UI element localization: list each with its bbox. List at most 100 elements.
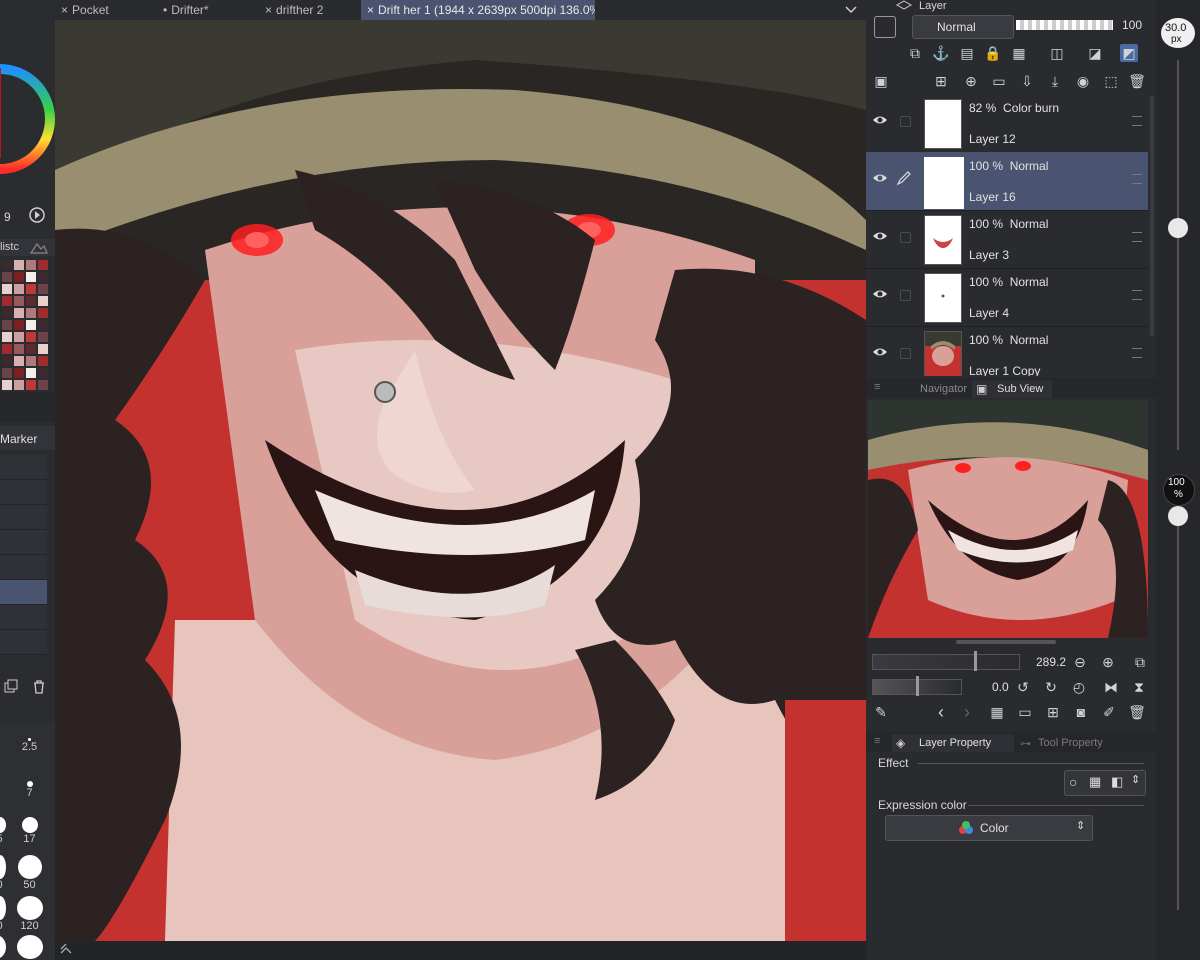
color-swatch[interactable] bbox=[2, 296, 12, 306]
sub-tool-list[interactable] bbox=[0, 455, 47, 675]
tool-group-label[interactable]: Marker bbox=[0, 432, 37, 446]
color-swatch[interactable] bbox=[2, 332, 12, 342]
close-icon[interactable]: × bbox=[259, 3, 276, 17]
eyedropper-icon[interactable]: ✎ bbox=[872, 703, 890, 721]
merge-down-icon[interactable]: ⤓ bbox=[1046, 72, 1064, 90]
brush-size-knob[interactable] bbox=[1168, 218, 1188, 238]
color-swatch[interactable] bbox=[38, 308, 48, 318]
color-swatch[interactable] bbox=[2, 260, 12, 270]
layer-panel-title[interactable]: Layer bbox=[919, 0, 947, 12]
effect-selector[interactable]: ○ ▦ ◧ ⇕ bbox=[1064, 770, 1146, 796]
color-swatch[interactable] bbox=[2, 272, 12, 282]
play-circle-icon[interactable] bbox=[28, 206, 46, 224]
layer-select-checkbox[interactable] bbox=[900, 348, 911, 359]
brush-size-50[interactable]: 50 bbox=[23, 879, 35, 891]
tab-layer-property[interactable]: ◈ Layer Property bbox=[892, 734, 1014, 752]
camera-icon[interactable]: ◙ bbox=[1072, 703, 1090, 721]
eye-icon[interactable] bbox=[872, 112, 888, 128]
new-raster-layer-icon[interactable]: ⊞ bbox=[932, 72, 950, 90]
palette-mountain-icon[interactable] bbox=[30, 240, 48, 254]
color-swatch[interactable] bbox=[14, 284, 24, 294]
color-swatch[interactable] bbox=[2, 344, 12, 354]
color-swatch[interactable] bbox=[38, 272, 48, 282]
zoom-out-icon[interactable]: ⊖ bbox=[1071, 653, 1089, 671]
transfer-down-icon[interactable]: ⇩ bbox=[1018, 72, 1036, 90]
layer-select-checkbox[interactable] bbox=[900, 232, 911, 243]
color-swatch[interactable] bbox=[14, 320, 24, 330]
new-vector-layer-icon[interactable]: ⊕ bbox=[962, 72, 980, 90]
color-swatch[interactable] bbox=[14, 308, 24, 318]
color-wheel[interactable] bbox=[0, 24, 55, 194]
tab-drifther-2[interactable]: × drifther 2 bbox=[259, 0, 359, 20]
drag-handle-icon[interactable] bbox=[1132, 348, 1142, 358]
zoom-slider[interactable] bbox=[872, 654, 1020, 670]
blend-mode-select[interactable]: Normal bbox=[912, 15, 1014, 39]
color-swatch[interactable] bbox=[38, 344, 48, 354]
brush-size-120[interactable]: 120 bbox=[20, 920, 38, 932]
tab-tool-property[interactable]: ⊶ Tool Property bbox=[1016, 734, 1116, 752]
color-swatch[interactable] bbox=[2, 368, 12, 378]
mask-layer-icon[interactable]: ◉ bbox=[1074, 72, 1092, 90]
apply-mask-icon[interactable]: ⬚ bbox=[1102, 72, 1120, 90]
color-swatch[interactable] bbox=[38, 356, 48, 366]
trash-icon[interactable] bbox=[31, 679, 47, 695]
fit-view-icon[interactable]: ⧉ bbox=[1131, 653, 1149, 671]
drag-handle-icon[interactable] bbox=[1132, 116, 1142, 126]
layer-list[interactable]: 82 % Color burn Layer 12 100 % Normal La… bbox=[866, 94, 1156, 376]
drag-handle-icon[interactable] bbox=[1132, 290, 1142, 300]
layer-row[interactable]: 100 % Normal Layer 4 bbox=[866, 268, 1148, 327]
brush-opacity-knob[interactable] bbox=[1168, 506, 1188, 526]
color-swatch[interactable] bbox=[38, 380, 48, 390]
brush-size-left-3[interactable]: 0 bbox=[0, 920, 3, 932]
flip-vertical-icon[interactable]: ⧗ bbox=[1130, 678, 1148, 696]
reference-icon[interactable]: ⚓ bbox=[932, 44, 950, 62]
rotate-right-icon[interactable]: ↻ bbox=[1042, 678, 1060, 696]
clip-icon[interactable]: ⧉ bbox=[906, 44, 924, 62]
open-folder-icon[interactable]: ▭ bbox=[1016, 703, 1034, 721]
color-swatch[interactable] bbox=[2, 284, 12, 294]
eye-icon[interactable] bbox=[872, 170, 888, 186]
color-swatch[interactable] bbox=[14, 296, 24, 306]
color-swatch[interactable] bbox=[14, 272, 24, 282]
palette-tab[interactable]: listc bbox=[0, 241, 19, 253]
subview-image[interactable] bbox=[868, 400, 1148, 638]
color-swatch[interactable] bbox=[26, 296, 36, 306]
eye-icon[interactable] bbox=[872, 344, 888, 360]
color-swatch[interactable] bbox=[38, 260, 48, 270]
ruler-icon[interactable]: ◪ bbox=[1086, 44, 1104, 62]
lock-transparency-icon[interactable]: ▦ bbox=[1010, 44, 1028, 62]
duplicate-subtool-icon[interactable] bbox=[3, 679, 19, 695]
draft-icon[interactable]: ▤ bbox=[958, 44, 976, 62]
layer-row[interactable]: 100 % Normal Layer 1 Copy bbox=[866, 326, 1148, 376]
close-icon[interactable]: × bbox=[361, 3, 378, 17]
layer-list-scrollbar[interactable] bbox=[1150, 96, 1154, 336]
panel-grip-icon[interactable]: ≡ bbox=[874, 735, 880, 747]
color-swatch[interactable] bbox=[38, 320, 48, 330]
color-swatch[interactable] bbox=[14, 356, 24, 366]
layer-select-checkbox[interactable] bbox=[900, 116, 911, 127]
color-swatch[interactable] bbox=[14, 332, 24, 342]
color-swatch[interactable] bbox=[26, 284, 36, 294]
reset-rotation-icon[interactable]: ◴ bbox=[1070, 678, 1088, 696]
close-icon[interactable]: × bbox=[55, 3, 72, 17]
color-swatch[interactable] bbox=[38, 368, 48, 378]
import-image-icon[interactable]: ⊞ bbox=[1044, 703, 1062, 721]
lock-icon[interactable]: 🔒 bbox=[984, 44, 1002, 62]
zoom-slider-knob[interactable] bbox=[974, 651, 977, 671]
zoom-in-icon[interactable]: ⊕ bbox=[1099, 653, 1117, 671]
color-swatch[interactable] bbox=[26, 356, 36, 366]
color-swatch[interactable] bbox=[14, 380, 24, 390]
color-swatch[interactable] bbox=[2, 308, 12, 318]
grid-view-icon[interactable]: ▦ bbox=[988, 703, 1006, 721]
color-swatch[interactable] bbox=[26, 332, 36, 342]
new-folder-icon[interactable]: ▭ bbox=[990, 72, 1008, 90]
expression-color-select[interactable]: Color ⇕ bbox=[885, 815, 1093, 841]
brush-size-partial[interactable] bbox=[17, 935, 43, 959]
brush-size-left-1[interactable]: 5 bbox=[0, 833, 3, 845]
brush-size-track[interactable] bbox=[1177, 60, 1179, 450]
next-icon[interactable]: › bbox=[958, 703, 976, 721]
chevron-up-icon[interactable] bbox=[59, 944, 73, 956]
layer-select-checkbox[interactable] bbox=[900, 290, 911, 301]
tab-drift-her-1[interactable]: × Drift her 1 (1944 x 2639px 500dpi 136.0… bbox=[361, 0, 595, 20]
color-swatch[interactable] bbox=[14, 260, 24, 270]
